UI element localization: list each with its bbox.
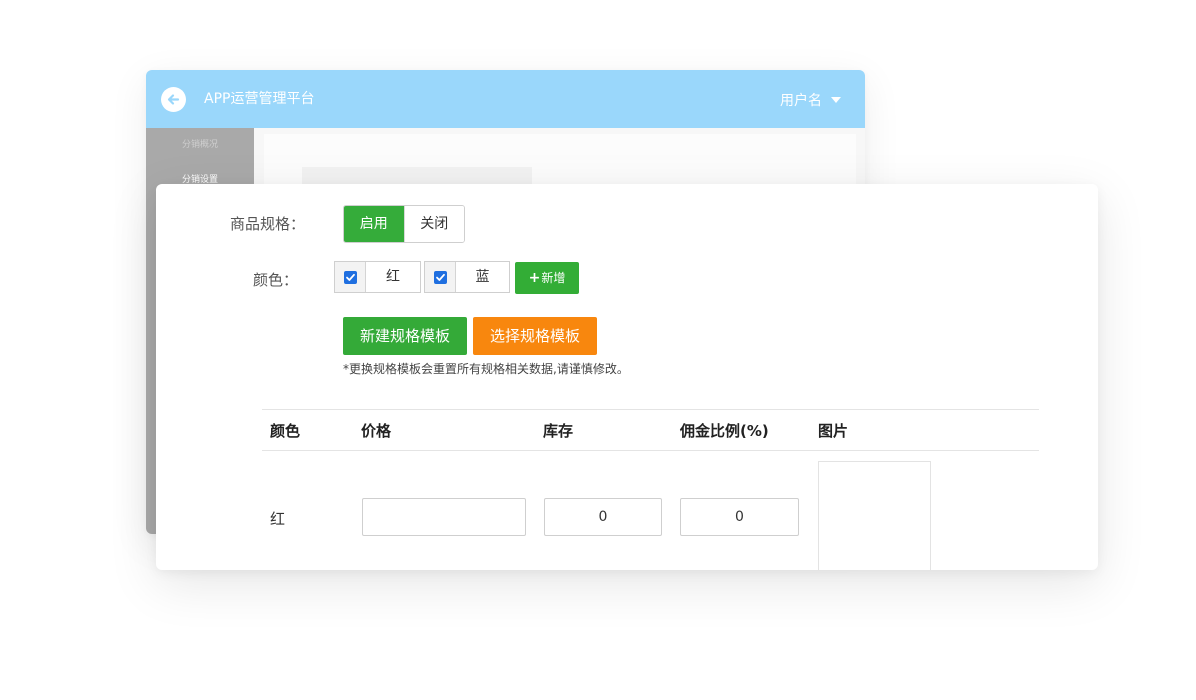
- user-menu[interactable]: 用户名: [780, 90, 841, 110]
- arrow-left-circle-icon: [167, 94, 180, 105]
- add-color-label: 新增: [541, 271, 566, 285]
- spec-settings-card: 商品规格： 启用 关闭 颜色： 红 蓝 +新增 新建规格模板 选择规格模板 *更…: [156, 184, 1098, 570]
- column-header-stock: 库存: [543, 422, 574, 440]
- column-header-color: 颜色: [270, 422, 301, 440]
- spec-enable-button[interactable]: 启用: [344, 206, 404, 242]
- checkbox-checked: [434, 271, 447, 284]
- table-top-border: [262, 409, 1039, 410]
- color-name-red: 红: [386, 269, 400, 285]
- checkbox-checked: [344, 271, 357, 284]
- commission-input[interactable]: [680, 498, 799, 536]
- caret-down-icon: [831, 97, 841, 103]
- app-title: APP运营管理平台: [204, 91, 315, 107]
- new-spec-template-button[interactable]: 新建规格模板: [343, 317, 467, 355]
- color-option-blue: 蓝: [424, 261, 510, 293]
- color-option-red: 红: [334, 261, 421, 293]
- color-label: 颜色：: [253, 271, 299, 289]
- table-header-border: [262, 450, 1039, 451]
- column-header-commission: 佣金比例(%): [680, 422, 769, 440]
- add-color-button[interactable]: +新增: [515, 262, 579, 294]
- color-checkbox-blue[interactable]: [425, 262, 456, 292]
- price-input[interactable]: [362, 498, 526, 536]
- template-warning-note: *更换规格模板会重置所有规格相关数据,请谨慎修改。: [343, 362, 629, 376]
- color-checkbox-red[interactable]: [335, 262, 366, 292]
- spec-toggle: 启用 关闭: [343, 205, 465, 243]
- spec-label: 商品规格：: [230, 215, 306, 233]
- image-upload-box[interactable]: [818, 461, 931, 570]
- username: 用户名: [780, 93, 822, 109]
- column-header-price: 价格: [361, 422, 392, 440]
- column-header-image: 图片: [818, 422, 849, 440]
- back-button[interactable]: [161, 87, 186, 112]
- checkmark-icon: [346, 273, 355, 281]
- spec-disable-button[interactable]: 关闭: [403, 206, 464, 242]
- plus-icon: +: [528, 270, 541, 286]
- color-name-blue: 蓝: [475, 269, 490, 285]
- sidebar-item-overview[interactable]: 分销概况: [146, 139, 254, 151]
- select-spec-template-button[interactable]: 选择规格模板: [473, 317, 597, 355]
- checkmark-icon: [436, 273, 445, 281]
- top-bar: APP运营管理平台 用户名: [146, 70, 865, 128]
- stock-input[interactable]: [544, 498, 662, 536]
- row-color-cell: 红: [270, 510, 286, 528]
- screen: APP运营管理平台 用户名 分销概况 分销设置 商品规格： 启用 关闭 颜色：: [0, 0, 1196, 700]
